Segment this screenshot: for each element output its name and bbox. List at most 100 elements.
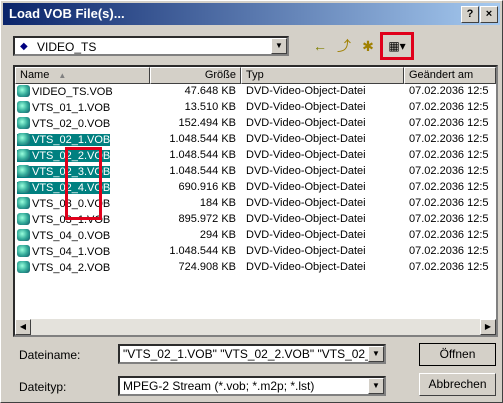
file-row[interactable]: VTS_02_0.VOB 152.494 KB DVD-Video-Object-D… (15, 116, 496, 132)
file-size: 152.494 KB (178, 117, 237, 129)
file-size: 47.648 KB (184, 85, 236, 97)
vob-file-icon (17, 149, 30, 161)
horizontal-scrollbar[interactable]: ◀ ▶ (15, 319, 496, 335)
file-row[interactable]: VTS_04_2.VOB 724.908 KB DVD-Video-Object-D… (15, 260, 496, 276)
file-name-label: VTS_04_2.VOB (32, 262, 111, 274)
file-name-label: VIDEO_TS.VOB (32, 86, 113, 98)
filename-label: Dateiname: (19, 348, 81, 362)
vob-file-icon (17, 213, 30, 225)
file-list[interactable]: Name ▲ Größe Typ Geändert am VIDEO_TS.VO… (13, 65, 498, 337)
file-name: VTS_02_1.VOB (17, 133, 111, 146)
chevron-down-icon[interactable]: ▼ (271, 38, 287, 54)
filetype-value: MPEG-2 Stream (*.vob; *.m2p; *.lst) (123, 379, 315, 393)
file-row[interactable]: VTS_01_1.VOB 13.510 KB DVD-Video-Object-Da… (15, 100, 496, 116)
file-type: DVD-Video-Object-Datei (246, 261, 366, 273)
filetype-select[interactable]: MPEG-2 Stream (*.vob; *.m2p; *.lst) ▼ (118, 376, 386, 396)
filename-input[interactable]: "VTS_02_1.VOB" "VTS_02_2.VOB" "VTS_02_ ▼ (118, 344, 386, 364)
file-modified: 07.02.2036 12:5 (409, 165, 489, 177)
scroll-right-icon[interactable]: ▶ (480, 319, 496, 335)
file-type: DVD-Video-Object-Datei (246, 229, 366, 241)
file-modified: 07.02.2036 12:5 (409, 197, 489, 209)
file-size: 1.048.544 KB (169, 149, 236, 161)
file-name-label: VTS_01_1.VOB (32, 102, 111, 114)
file-modified: 07.02.2036 12:5 (409, 245, 489, 257)
column-header-name-label: Name (20, 69, 50, 81)
file-name-label: VTS_04_0.VOB (32, 230, 111, 242)
new-folder-icon[interactable]: ✱ (357, 35, 379, 57)
vob-file-icon (17, 197, 30, 209)
vob-file-icon (17, 133, 30, 145)
file-type: DVD-Video-Object-Datei (246, 181, 366, 193)
dialog-title: Load VOB File(s)... (9, 6, 125, 21)
file-modified: 07.02.2036 12:5 (409, 229, 489, 241)
file-type: DVD-Video-Object-Datei (246, 117, 366, 129)
location-combo[interactable]: ◆ VIDEO_TS ▼ (13, 36, 289, 56)
file-type: DVD-Video-Object-Datei (246, 133, 366, 145)
file-row[interactable]: VTS_04_1.VOB 1.048.544 KB DVD-Video-Object… (15, 244, 496, 260)
file-name: VIDEO_TS.VOB (17, 85, 113, 98)
column-header-modified[interactable]: Geändert am (404, 67, 496, 84)
file-size: 1.048.544 KB (169, 165, 236, 177)
scroll-left-icon[interactable]: ◀ (15, 319, 31, 335)
cancel-button[interactable]: Abbrechen (419, 373, 496, 396)
help-button[interactable]: ? (461, 6, 479, 23)
file-modified: 07.02.2036 12:5 (409, 213, 489, 225)
back-arrow-icon[interactable]: ← (309, 35, 331, 57)
file-type: DVD-Video-Object-Datei (246, 245, 366, 257)
filetype-label: Dateityp: (19, 380, 67, 394)
column-header-name[interactable]: Name ▲ (15, 67, 150, 84)
vob-file-icon (17, 117, 30, 129)
load-vob-dialog: Load VOB File(s)... ? × ◆ VIDEO_TS ▼ ← ⤴… (0, 0, 503, 403)
filename-value: "VTS_02_1.VOB" "VTS_02_2.VOB" "VTS_02_ (123, 347, 372, 361)
file-name: VTS_04_2.VOB (17, 261, 111, 274)
file-name: VTS_04_0.VOB (17, 229, 111, 242)
file-name: VTS_01_1.VOB (17, 101, 111, 114)
file-name: VTS_02_0.VOB (17, 117, 111, 130)
file-size: 1.048.544 KB (169, 245, 236, 257)
column-header-size[interactable]: Größe (150, 67, 241, 84)
vob-file-icon (17, 261, 30, 273)
drive-icon: ◆ (20, 41, 28, 52)
file-type: DVD-Video-Object-Datei (246, 101, 366, 113)
vob-file-icon (17, 181, 30, 193)
close-button[interactable]: × (480, 6, 498, 23)
file-modified: 07.02.2036 12:5 (409, 85, 489, 97)
file-size: 184 KB (199, 197, 236, 209)
location-value: VIDEO_TS (37, 40, 97, 54)
open-button[interactable]: Öffnen (419, 343, 496, 366)
filetype-dropdown-icon[interactable]: ▼ (368, 378, 384, 394)
file-modified: 07.02.2036 12:5 (409, 181, 489, 193)
file-size: 895.972 KB (178, 213, 237, 225)
file-size: 13.510 KB (184, 101, 236, 113)
column-header-type[interactable]: Typ (241, 67, 404, 84)
file-row[interactable]: VIDEO_TS.VOB 47.648 KB DVD-Video-Object-Da… (15, 84, 496, 100)
file-size: 1.048.544 KB (169, 133, 236, 145)
file-type: DVD-Video-Object-Datei (246, 149, 366, 161)
highlight-box-view (380, 32, 414, 60)
vob-file-icon (17, 101, 30, 113)
file-type: DVD-Video-Object-Datei (246, 165, 366, 177)
file-name-label: VTS_02_0.VOB (32, 118, 111, 130)
vob-file-icon (17, 229, 30, 241)
vob-file-icon (17, 165, 30, 177)
file-type: DVD-Video-Object-Datei (246, 197, 366, 209)
file-type: DVD-Video-Object-Datei (246, 213, 366, 225)
file-modified: 07.02.2036 12:5 (409, 261, 489, 273)
file-type: DVD-Video-Object-Datei (246, 85, 366, 97)
file-size: 724.908 KB (178, 261, 237, 273)
file-row[interactable]: VTS_04_0.VOB 294 KB DVD-Video-Object-Datei… (15, 228, 496, 244)
file-modified: 07.02.2036 12:5 (409, 117, 489, 129)
vob-file-icon (17, 245, 30, 257)
filename-dropdown-icon[interactable]: ▼ (368, 346, 384, 362)
file-size: 294 KB (199, 229, 236, 241)
file-name-label: VTS_04_1.VOB (32, 246, 111, 258)
vob-file-icon (17, 85, 30, 97)
file-row[interactable]: VTS_02_1.VOB 1.048.544 KB DVD-Video-Object… (15, 132, 496, 148)
up-folder-icon[interactable]: ⤴ (333, 35, 355, 57)
sort-ascending-icon: ▲ (58, 71, 67, 80)
file-size: 690.916 KB (178, 181, 237, 193)
file-name: VTS_04_1.VOB (17, 245, 111, 258)
file-name-label: VTS_02_1.VOB (32, 134, 111, 146)
file-modified: 07.02.2036 12:5 (409, 149, 489, 161)
file-modified: 07.02.2036 12:5 (409, 101, 489, 113)
